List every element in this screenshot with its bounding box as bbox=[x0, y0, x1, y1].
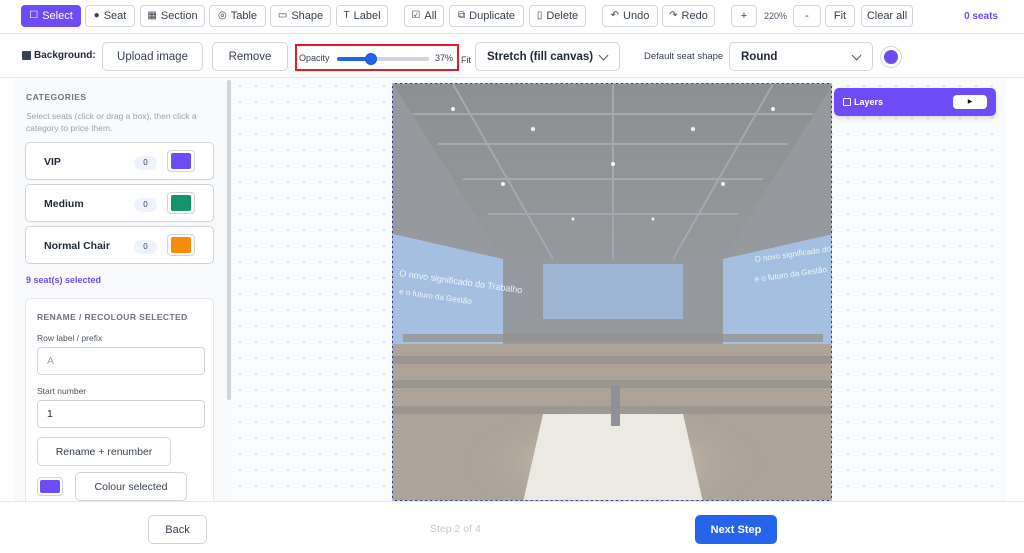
category-count: 0 bbox=[134, 156, 157, 170]
select-all-button[interactable]: ☑ All bbox=[404, 5, 444, 27]
seat-count: 0 seats bbox=[964, 11, 998, 22]
chevron-down-icon bbox=[598, 50, 609, 61]
label-tool-button[interactable]: T Label bbox=[336, 5, 388, 27]
category-name: VIP bbox=[44, 156, 61, 168]
zoom-out-button[interactable]: - bbox=[793, 5, 821, 27]
image-icon bbox=[22, 51, 31, 60]
category-color-picker[interactable] bbox=[167, 234, 195, 256]
fit-select[interactable]: Stretch (fill canvas) bbox=[475, 42, 620, 71]
selected-seats-count: 9 seat(s) selected bbox=[26, 275, 102, 285]
sidebar: CATEGORIES Select seats (click or drag a… bbox=[14, 78, 232, 501]
category-count: 0 bbox=[134, 198, 157, 212]
toolbar: ☐ Select ● Seat ▦ Section ◎ Table ▭ Shape T La… bbox=[0, 0, 1024, 34]
layers-icon bbox=[843, 98, 851, 106]
opacity-control: Opacity 37% bbox=[295, 44, 459, 71]
row-prefix-input[interactable]: A bbox=[37, 347, 205, 375]
chevron-down-icon bbox=[851, 50, 862, 61]
undo-icon: ↶ bbox=[610, 10, 620, 21]
shape-tool-button[interactable]: ▭ Shape bbox=[270, 5, 331, 27]
fit-button[interactable]: Fit bbox=[825, 5, 855, 27]
category-vip[interactable]: VIP 0 bbox=[25, 142, 214, 180]
upload-image-button[interactable]: Upload image bbox=[102, 42, 203, 71]
select-tool-button[interactable]: ☐ Select bbox=[21, 5, 81, 27]
rename-heading: RENAME / RECOLOUR SELECTED bbox=[37, 312, 188, 322]
next-step-button[interactable]: Next Step bbox=[695, 515, 777, 544]
category-count: 0 bbox=[134, 240, 157, 254]
redo-icon: ↷ bbox=[669, 10, 678, 21]
duplicate-icon: ⧉ bbox=[458, 10, 466, 21]
section-icon: ▦ bbox=[147, 10, 157, 21]
category-normal-chair[interactable]: Normal Chair 0 bbox=[25, 226, 214, 264]
seat-color-picker[interactable] bbox=[880, 46, 902, 68]
section-tool-button[interactable]: ▦ Section bbox=[140, 5, 205, 27]
wizard-footer: Back Step 2 of 4 Next Step bbox=[0, 501, 1024, 553]
checkbox-icon: ☑ bbox=[411, 10, 421, 21]
text-icon: T bbox=[343, 10, 350, 21]
colour-selected-button[interactable]: Colour selected bbox=[75, 472, 187, 501]
seat-color-swatch bbox=[884, 50, 898, 64]
category-color-picker[interactable] bbox=[167, 192, 195, 214]
clear-all-button[interactable]: Clear all bbox=[861, 5, 913, 27]
opacity-slider[interactable] bbox=[337, 53, 429, 65]
delete-button[interactable]: ▯ Delete bbox=[529, 5, 586, 27]
categories-help: Select seats (click or drag a box), then… bbox=[26, 111, 197, 133]
undo-button[interactable]: ↶ Undo bbox=[602, 5, 658, 27]
rename-renumber-button[interactable]: Rename + renumber bbox=[37, 437, 171, 466]
start-number-label: Start number bbox=[37, 386, 87, 396]
opacity-overlay bbox=[393, 84, 831, 500]
canvas-scrollbar[interactable] bbox=[1006, 78, 1024, 501]
category-color-swatch bbox=[171, 237, 191, 253]
start-number-input[interactable]: 1 bbox=[37, 400, 205, 428]
select-box-icon: ☐ bbox=[29, 10, 39, 21]
redo-button[interactable]: ↷ Redo bbox=[662, 5, 715, 27]
zoom-level: 220% bbox=[764, 11, 788, 21]
opacity-slider-thumb[interactable] bbox=[365, 53, 378, 65]
category-name: Medium bbox=[44, 198, 84, 210]
background-label: Background: bbox=[22, 50, 96, 61]
seat-shape-select[interactable]: Round bbox=[729, 42, 873, 71]
category-color-swatch bbox=[171, 153, 191, 169]
duplicate-button[interactable]: ⧉ Duplicate bbox=[449, 5, 524, 27]
row-label-label: Row label / prefix bbox=[37, 333, 103, 343]
sidebar-scrollbar[interactable] bbox=[227, 80, 231, 400]
recolour-color-picker[interactable] bbox=[37, 477, 63, 496]
table-tool-button[interactable]: ◎ Table bbox=[209, 5, 266, 27]
category-color-picker[interactable] bbox=[167, 150, 195, 172]
background-image: O novo significado do Trabalho e o futur… bbox=[392, 83, 832, 501]
seat-map-canvas[interactable]: O novo significado do Trabalho e o futur… bbox=[232, 78, 1006, 501]
rename-recolour-panel: RENAME / RECOLOUR SELECTED Row label / p… bbox=[25, 298, 214, 501]
category-color-swatch bbox=[171, 195, 191, 211]
remove-background-button[interactable]: Remove bbox=[212, 42, 288, 71]
step-indicator: Step 2 of 4 bbox=[430, 523, 481, 535]
play-icon[interactable]: ▶ bbox=[953, 95, 987, 109]
default-seat-shape-label: Default seat shape bbox=[644, 51, 724, 62]
table-icon: ◎ bbox=[217, 10, 227, 21]
category-medium[interactable]: Medium 0 bbox=[25, 184, 214, 222]
opacity-value: 37% bbox=[434, 53, 453, 63]
background-options-bar: Background: Upload image Remove Opacity … bbox=[0, 34, 1024, 78]
categories-heading: CATEGORIES bbox=[26, 92, 87, 102]
seat-dot-icon: ● bbox=[93, 10, 100, 21]
shape-icon: ▭ bbox=[277, 10, 288, 21]
category-name: Normal Chair bbox=[44, 240, 110, 252]
zoom-in-button[interactable]: + bbox=[731, 5, 757, 27]
trash-icon: ▯ bbox=[536, 10, 543, 21]
back-button[interactable]: Back bbox=[148, 515, 207, 544]
seat-tool-button[interactable]: ● Seat bbox=[85, 5, 135, 27]
layers-panel[interactable]: Layers ▶ bbox=[834, 88, 996, 116]
recolour-swatch bbox=[40, 480, 60, 493]
opacity-label: Opacity bbox=[299, 53, 330, 63]
fit-label: Fit bbox=[461, 55, 471, 65]
layers-title: Layers bbox=[843, 97, 883, 107]
